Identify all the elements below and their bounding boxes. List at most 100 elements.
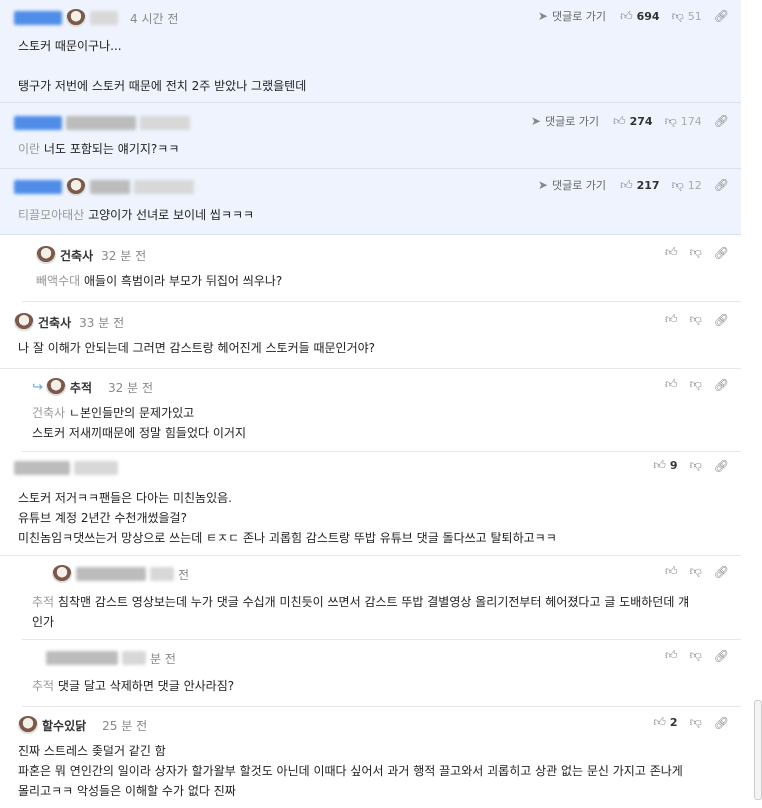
comment-line: 유튜브 계정 2년간 수천개썼을걸? <box>18 511 187 525</box>
send-icon: ➤ <box>530 114 541 128</box>
like-count: 694 <box>636 9 660 23</box>
username[interactable] <box>90 180 130 194</box>
username[interactable]: 건축사 <box>60 247 93 264</box>
thumbs-down-icon[interactable]: 👎︎ <box>690 458 702 473</box>
comment-body: 나 잘 이해가 안되는데 그러면 감스트랑 헤어진게 스토커들 때문인거야? <box>18 338 375 358</box>
username[interactable]: 할수있닭 <box>42 717 86 734</box>
thumbs-up-icon[interactable]: 👍︎ <box>653 458 666 473</box>
scrollbar[interactable] <box>754 700 762 800</box>
quoted-user[interactable]: 추적 <box>32 679 54 693</box>
dislike-count: 51 <box>687 9 702 23</box>
like-count: 2 <box>669 716 678 729</box>
quoted-user[interactable]: 빼액수대 <box>36 274 80 288</box>
thumbs-down-icon[interactable]: 👎︎ <box>672 178 684 193</box>
send-icon: ➤ <box>537 178 548 192</box>
comment-text: 너도 포함되는 얘기지?ㅋㅋ <box>43 142 180 156</box>
quoted-user[interactable]: 건축사 <box>32 406 65 420</box>
comment-body: 추적 침착맨 감스트 영상보는데 누가 댓글 수십개 미친듯이 쓰면서 감스트 … <box>32 592 732 632</box>
comment: 건축사 33 분 전 👍︎ 👎︎ 🔗︎ 나 잘 이해가 안되는데 그러면 감스트… <box>0 302 741 369</box>
thumbs-up-icon[interactable]: 👍︎ <box>665 648 678 663</box>
quoted-user[interactable]: 이란 <box>18 142 40 156</box>
user-badge <box>14 11 62 25</box>
goto-comment-link[interactable]: 댓글로 가기 <box>552 177 606 193</box>
link-icon[interactable]: 🔗︎ <box>714 178 729 192</box>
link-icon[interactable]: 🔗︎ <box>714 313 729 327</box>
thumbs-down-icon[interactable]: 👎︎ <box>690 245 702 260</box>
comment-text: ㄴ본인들만의 문제가있고 <box>68 406 195 420</box>
comment-body: 스토커 때문이구나... 탱구가 저번에 스토커 때문에 전치 2주 받았나 그… <box>18 36 306 96</box>
avatar[interactable] <box>14 313 34 331</box>
thumbs-up-icon[interactable]: 👍︎ <box>665 377 678 392</box>
thumbs-down-icon[interactable]: 👎︎ <box>665 114 677 129</box>
link-icon[interactable]: 🔗︎ <box>714 459 729 473</box>
username[interactable] <box>90 11 118 25</box>
thumbs-up-icon[interactable]: 👍︎ <box>620 9 633 24</box>
comment-text: 인가 <box>32 615 55 629</box>
avatar[interactable] <box>52 565 72 583</box>
comment-body: 진짜 스트레스 좆덜거 같긴 함 파혼은 뭐 연인간의 일이라 상자가 할가왈부… <box>18 741 733 801</box>
username[interactable] <box>76 567 146 581</box>
comment-text: 스토커 저새끼때문에 정말 힘들었다 이거지 <box>32 426 246 440</box>
dislike-count: 174 <box>680 114 702 128</box>
thumbs-down-icon[interactable]: 👎︎ <box>672 9 684 24</box>
username[interactable] <box>66 116 136 130</box>
comment-body: 빼액수대 애들이 흑범이라 부모가 뒤집어 씌우나? <box>36 271 282 291</box>
link-icon[interactable]: 🔗︎ <box>714 114 729 128</box>
link-icon[interactable]: 🔗︎ <box>714 649 729 663</box>
link-icon[interactable]: 🔗︎ <box>714 9 729 23</box>
thumbs-up-icon[interactable]: 👍︎ <box>665 564 678 579</box>
thumbs-up-icon[interactable]: 👍︎ <box>620 178 633 193</box>
link-icon[interactable]: 🔗︎ <box>714 565 729 579</box>
link-icon[interactable]: 🔗︎ <box>714 378 729 392</box>
comment-line <box>18 56 306 76</box>
comment-time: 33 분 전 <box>79 315 125 330</box>
comment-body: 스토커 저거ㅋㅋ팬들은 다아는 미친놈있음. 유튜브 계정 2년간 수천개썼을걸… <box>18 488 557 548</box>
comment: 전 👍︎ 👎︎ 🔗︎ 추적 침착맨 감스트 영상보는데 누가 댓글 수십개 미친… <box>22 556 741 640</box>
comment-line: 스토커 때문이구나... <box>18 39 122 53</box>
comment-text: 애들이 흑범이라 부모가 뒤집어 씌우나? <box>84 274 283 288</box>
comment-time: 32 분 전 <box>108 380 153 395</box>
thumbs-up-icon[interactable]: 👍︎ <box>665 312 678 327</box>
like-count: 9 <box>669 459 678 472</box>
avatar[interactable] <box>66 9 86 27</box>
comment-time <box>134 180 194 194</box>
avatar[interactable] <box>66 178 86 196</box>
comment: 👍︎ 9 👎︎ 🔗︎ 스토커 저거ㅋㅋ팬들은 다아는 미친놈있음. 유튜브 계정… <box>0 452 741 556</box>
quoted-user[interactable]: 티끌모아태산 <box>18 208 84 222</box>
avatar[interactable] <box>45 378 66 396</box>
comment: ↪ 추적 32 분 전 👍︎ 👎︎ 🔗︎ 건축사 ㄴ본인들만의 문제가있고 스토… <box>22 369 741 452</box>
thumbs-down-icon[interactable]: 👎︎ <box>690 312 702 327</box>
comment-body: 티끌모아태산 고양이가 선녀로 보이네 씹ㅋㅋㅋ <box>18 205 254 225</box>
link-icon[interactable]: 🔗︎ <box>714 246 729 260</box>
thumbs-up-icon[interactable]: 👍︎ <box>613 114 626 129</box>
thumbs-up-icon[interactable]: 👍︎ <box>665 245 678 260</box>
goto-comment-link[interactable]: 댓글로 가기 <box>545 113 599 129</box>
comment-time <box>74 461 118 475</box>
comment-line: 몰리고ㅋㅋ 악성들은 이해할 수가 없다 진짜 <box>18 784 236 798</box>
user-badge <box>14 180 62 194</box>
username[interactable] <box>46 651 118 665</box>
comment-time: 32 분 전 <box>101 248 147 263</box>
reply-arrow-icon: ↪ <box>32 379 43 395</box>
goto-comment-link[interactable]: 댓글로 가기 <box>552 8 606 24</box>
avatar[interactable] <box>18 716 38 734</box>
thumbs-down-icon[interactable]: 👎︎ <box>690 377 702 392</box>
avatar[interactable] <box>36 246 56 264</box>
username[interactable]: 추적 <box>70 379 92 396</box>
username[interactable]: 건축사 <box>38 314 71 331</box>
thumbs-down-icon[interactable]: 👎︎ <box>690 715 702 730</box>
link-icon[interactable]: 🔗︎ <box>714 716 729 730</box>
comment: ➤ 댓글로 가기 👍︎ 274 👎︎ 174 🔗︎ 이란 너도 포함되는 얘기지… <box>0 103 741 169</box>
comment-line: 미친놈임ㅋ댓쓰는거 망상으로 쓰는데 ㅌㅈㄷ 존나 괴롭힘 감스트랑 뚜밥 유튜… <box>18 531 557 545</box>
thumbs-down-icon[interactable]: 👎︎ <box>690 564 702 579</box>
thumbs-down-icon[interactable]: 👎︎ <box>690 648 702 663</box>
comment-text: 댓글 달고 삭제하면 댓글 안사라짐? <box>57 679 235 693</box>
username[interactable] <box>14 461 70 475</box>
quoted-user[interactable]: 추적 <box>32 595 54 609</box>
comment: 4 시간 전 ➤ 댓글로 가기 👍︎ 694 👎︎ 51 🔗︎ 스토커 때문이구… <box>0 0 741 103</box>
like-count: 217 <box>636 178 660 192</box>
comment-time: 25 분 전 <box>102 718 148 733</box>
comment-line: 탱구가 저번에 스토커 때문에 전치 2주 받았나 그랬을텐데 <box>18 79 307 93</box>
comment-time <box>140 116 190 130</box>
thumbs-up-icon[interactable]: 👍︎ <box>653 715 666 730</box>
